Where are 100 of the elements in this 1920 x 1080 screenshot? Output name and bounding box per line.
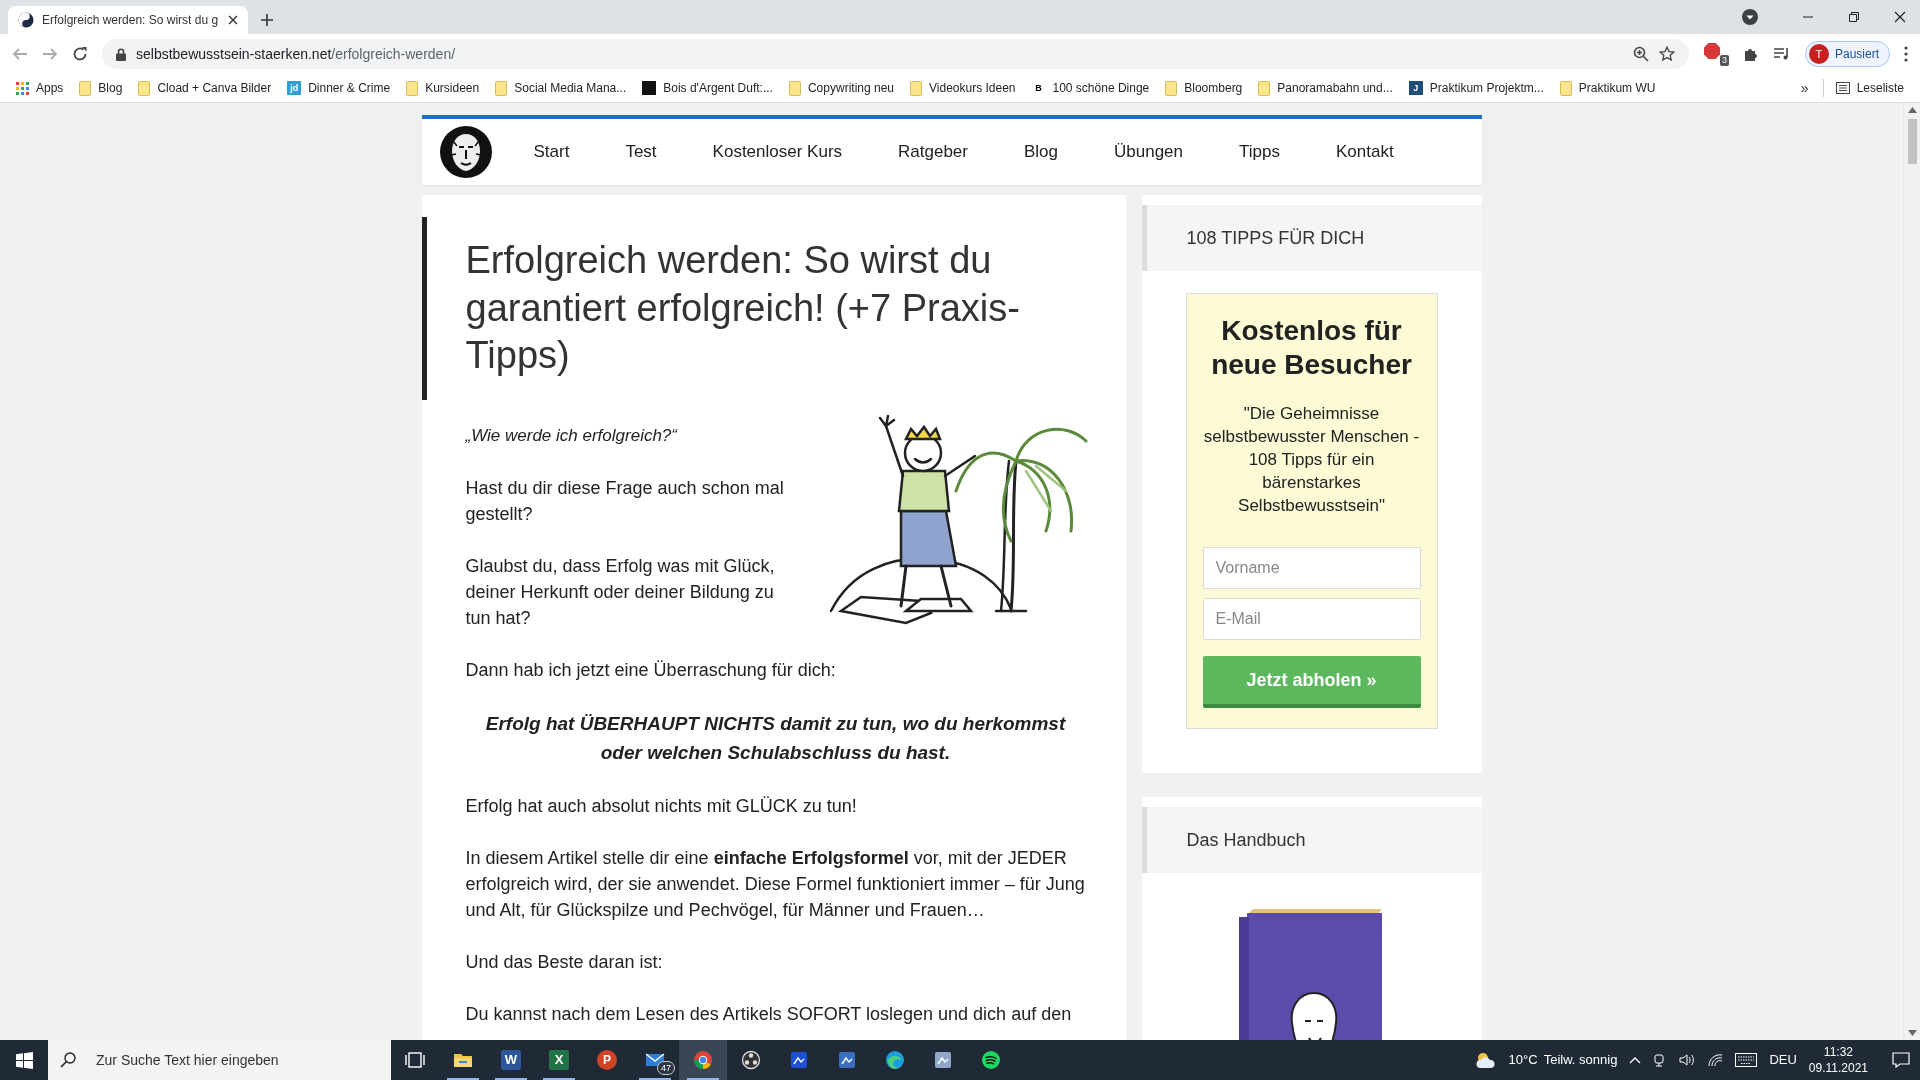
address-bar[interactable]: selbstbewusstsein-staerken.net/erfolgreich-werden/ — [102, 39, 1689, 69]
nav-link[interactable]: Kostenloser Kurs — [684, 139, 871, 165]
media-list-icon[interactable] — [1772, 47, 1791, 61]
star-icon[interactable] — [1658, 46, 1675, 62]
weather-sun-cloud-icon — [1474, 1051, 1497, 1069]
extension-badge: 3 — [1719, 55, 1729, 66]
task-view-icon — [405, 1050, 425, 1070]
wave-circle-icon — [885, 1050, 905, 1070]
app-letter-icon: X — [549, 1050, 569, 1070]
nav-link[interactable]: Kontakt — [1308, 139, 1422, 165]
more-menu-icon[interactable] — [1904, 46, 1908, 62]
nav-link[interactable]: Start — [505, 139, 598, 165]
scroll-down-icon[interactable] — [1907, 1030, 1917, 1036]
scrollbar-thumb[interactable] — [1907, 119, 1917, 164]
input-field[interactable]: Vorname — [1202, 547, 1421, 589]
bookmark[interactable]: Apps — [8, 79, 72, 97]
scroll-up-icon[interactable] — [1907, 107, 1917, 113]
close-icon[interactable] — [1894, 11, 1906, 23]
nav-link[interactable]: Blog — [996, 139, 1086, 165]
app-letter-icon: W — [501, 1050, 521, 1070]
weather-text: Teilw. sonnig — [1543, 1051, 1618, 1070]
taskbar-app[interactable]: W — [487, 1040, 535, 1080]
new-tab-icon[interactable] — [260, 13, 274, 27]
notification-badge: 47 — [657, 1061, 675, 1075]
browser-tab[interactable]: Erfolgreich werden: So wirst du g — [8, 6, 248, 34]
zoom-icon[interactable] — [1632, 46, 1649, 62]
bookmark[interactable]: B 100 schöne Dinge — [1023, 79, 1158, 97]
windows-logo-icon — [15, 1051, 33, 1069]
restore-icon[interactable] — [1848, 11, 1860, 23]
app-icon — [837, 1050, 857, 1070]
bookmark[interactable]: Bois d'Argent Duft:... — [634, 79, 781, 97]
app-icon — [933, 1050, 953, 1070]
tab-title: Erfolgreich werden: So wirst du g — [42, 12, 220, 29]
bookmark[interactable]: Panoramabahn und... — [1250, 79, 1401, 97]
wifi-icon[interactable] — [1707, 1053, 1724, 1067]
bookmark[interactable]: J Praktikum Projektm... — [1400, 79, 1552, 97]
optin-heading: Kostenlos für neue Besucher — [1210, 314, 1413, 382]
input-field[interactable]: E-Mail — [1202, 598, 1421, 640]
search-icon — [60, 1052, 76, 1068]
lock-icon — [116, 47, 126, 61]
clock-date: 09.11.2021 — [1808, 1060, 1868, 1076]
paragraph: Hast du dir diese Frage auch schon mal gestellt? — [465, 476, 785, 526]
bookmark[interactable]: jd Dinner & Crime — [279, 79, 399, 97]
folder-icon — [406, 80, 419, 96]
lion-logo-icon[interactable] — [438, 125, 493, 179]
folder-icon — [79, 80, 92, 96]
bookmark[interactable]: Blog — [71, 79, 131, 97]
globe-icon — [18, 12, 34, 28]
chevron-up-icon[interactable] — [1629, 1056, 1642, 1064]
taskbar-app[interactable]: P — [583, 1040, 631, 1080]
folder-icon — [495, 80, 508, 96]
bookmark[interactable]: Bloomberg — [1157, 79, 1251, 97]
nav-link[interactable]: Übungen — [1086, 139, 1212, 165]
folder-icon — [1165, 80, 1178, 96]
ad-blocker-extension[interactable]: 3 — [1702, 42, 1729, 66]
app-letter-icon: P — [597, 1050, 617, 1070]
paragraph: Und das Beste daran ist: — [465, 950, 664, 974]
weather-text: 10°C — [1508, 1051, 1538, 1070]
close-icon[interactable] — [228, 15, 238, 25]
chrome-icon — [693, 1050, 713, 1070]
nav-link[interactable]: Ratgeber — [870, 139, 996, 165]
dropdown-icon[interactable] — [1742, 9, 1758, 25]
clock[interactable]: 11:32 09.11.2021 — [1808, 1044, 1868, 1076]
folder-icon — [788, 80, 801, 96]
bookmark[interactable]: Cload + Canva Bilder — [130, 79, 280, 97]
quote-text: „Wie werde ich erfolgreich?“ — [465, 424, 679, 447]
bookmarks-overflow-button[interactable]: » — [1786, 77, 1823, 99]
folder-icon — [1559, 80, 1572, 96]
bookmark[interactable]: Kursideen — [398, 79, 488, 97]
reload-icon[interactable] — [72, 46, 88, 62]
folder-icon — [1258, 80, 1271, 96]
profile-button[interactable]: T Pausiert — [1804, 41, 1890, 67]
stop-sign-icon — [1702, 42, 1721, 60]
scrollbar[interactable] — [1903, 103, 1920, 1040]
nav-link[interactable]: Test — [597, 139, 685, 165]
nav-link[interactable]: Tipps — [1211, 139, 1308, 165]
bookmark[interactable]: Social Media Mana... — [487, 79, 635, 97]
taskbar-app[interactable]: 47 — [631, 1040, 679, 1080]
avatar-circle: T — [1808, 44, 1829, 64]
keyboard-icon[interactable] — [1735, 1053, 1758, 1067]
taskbar-app[interactable] — [679, 1040, 727, 1080]
widget-title: 108 TIPPS FÜR DICH — [1141, 205, 1482, 271]
language-indicator[interactable]: DEU — [1769, 1050, 1797, 1070]
optin-description: "Die Geheimnisse selbstbewusster Menschen - 108 Tipps für ein bärenstarkes Selbstbewusstsein" — [1202, 403, 1421, 517]
paragraph: In diesem Artikel stelle dir eine einfache Erfolgsformel vor, mit der JEDER erfolgreich wird, der sie anwendet. Diese Formel funktioniert immer – für Jung und Alt, für Glückspilze und Pechvögel, für Männer und Frauen… — [465, 846, 1086, 922]
article-title: Erfolgreich werden: So wirst du garantiert erfolgreich! (+7 Praxis-Tipps) — [421, 217, 1126, 400]
reading-list-button[interactable]: Leseliste — [1822, 79, 1912, 97]
notification-icon[interactable] — [1892, 1052, 1910, 1068]
bookmark[interactable]: Copywriting neu — [780, 79, 902, 97]
paragraph: Dann hab ich jetzt eine Überraschung für dich: — [465, 658, 837, 682]
sound-waves-circle-icon — [981, 1050, 1001, 1070]
puzzle-piece-icon[interactable] — [1742, 46, 1759, 62]
bookmark[interactable]: Praktikum WU — [1551, 79, 1664, 97]
highlighted-statement: Erfolg hat ÜBERHAUPT NICHTS damit zu tun, wo du herkommst oder welchen Schulabschluss du hast. — [484, 711, 1067, 765]
folder-icon — [138, 80, 151, 96]
bookmark[interactable]: Videokurs Ideen — [902, 79, 1024, 97]
speaker-icon[interactable] — [1679, 1053, 1696, 1067]
taskbar-app[interactable]: X — [535, 1040, 583, 1080]
paragraph: Du kannst nach dem Lesen des Artikels SOFORT loslegen und dich auf den — [465, 1002, 1073, 1026]
widget-title: Das Handbuch — [1141, 807, 1482, 873]
